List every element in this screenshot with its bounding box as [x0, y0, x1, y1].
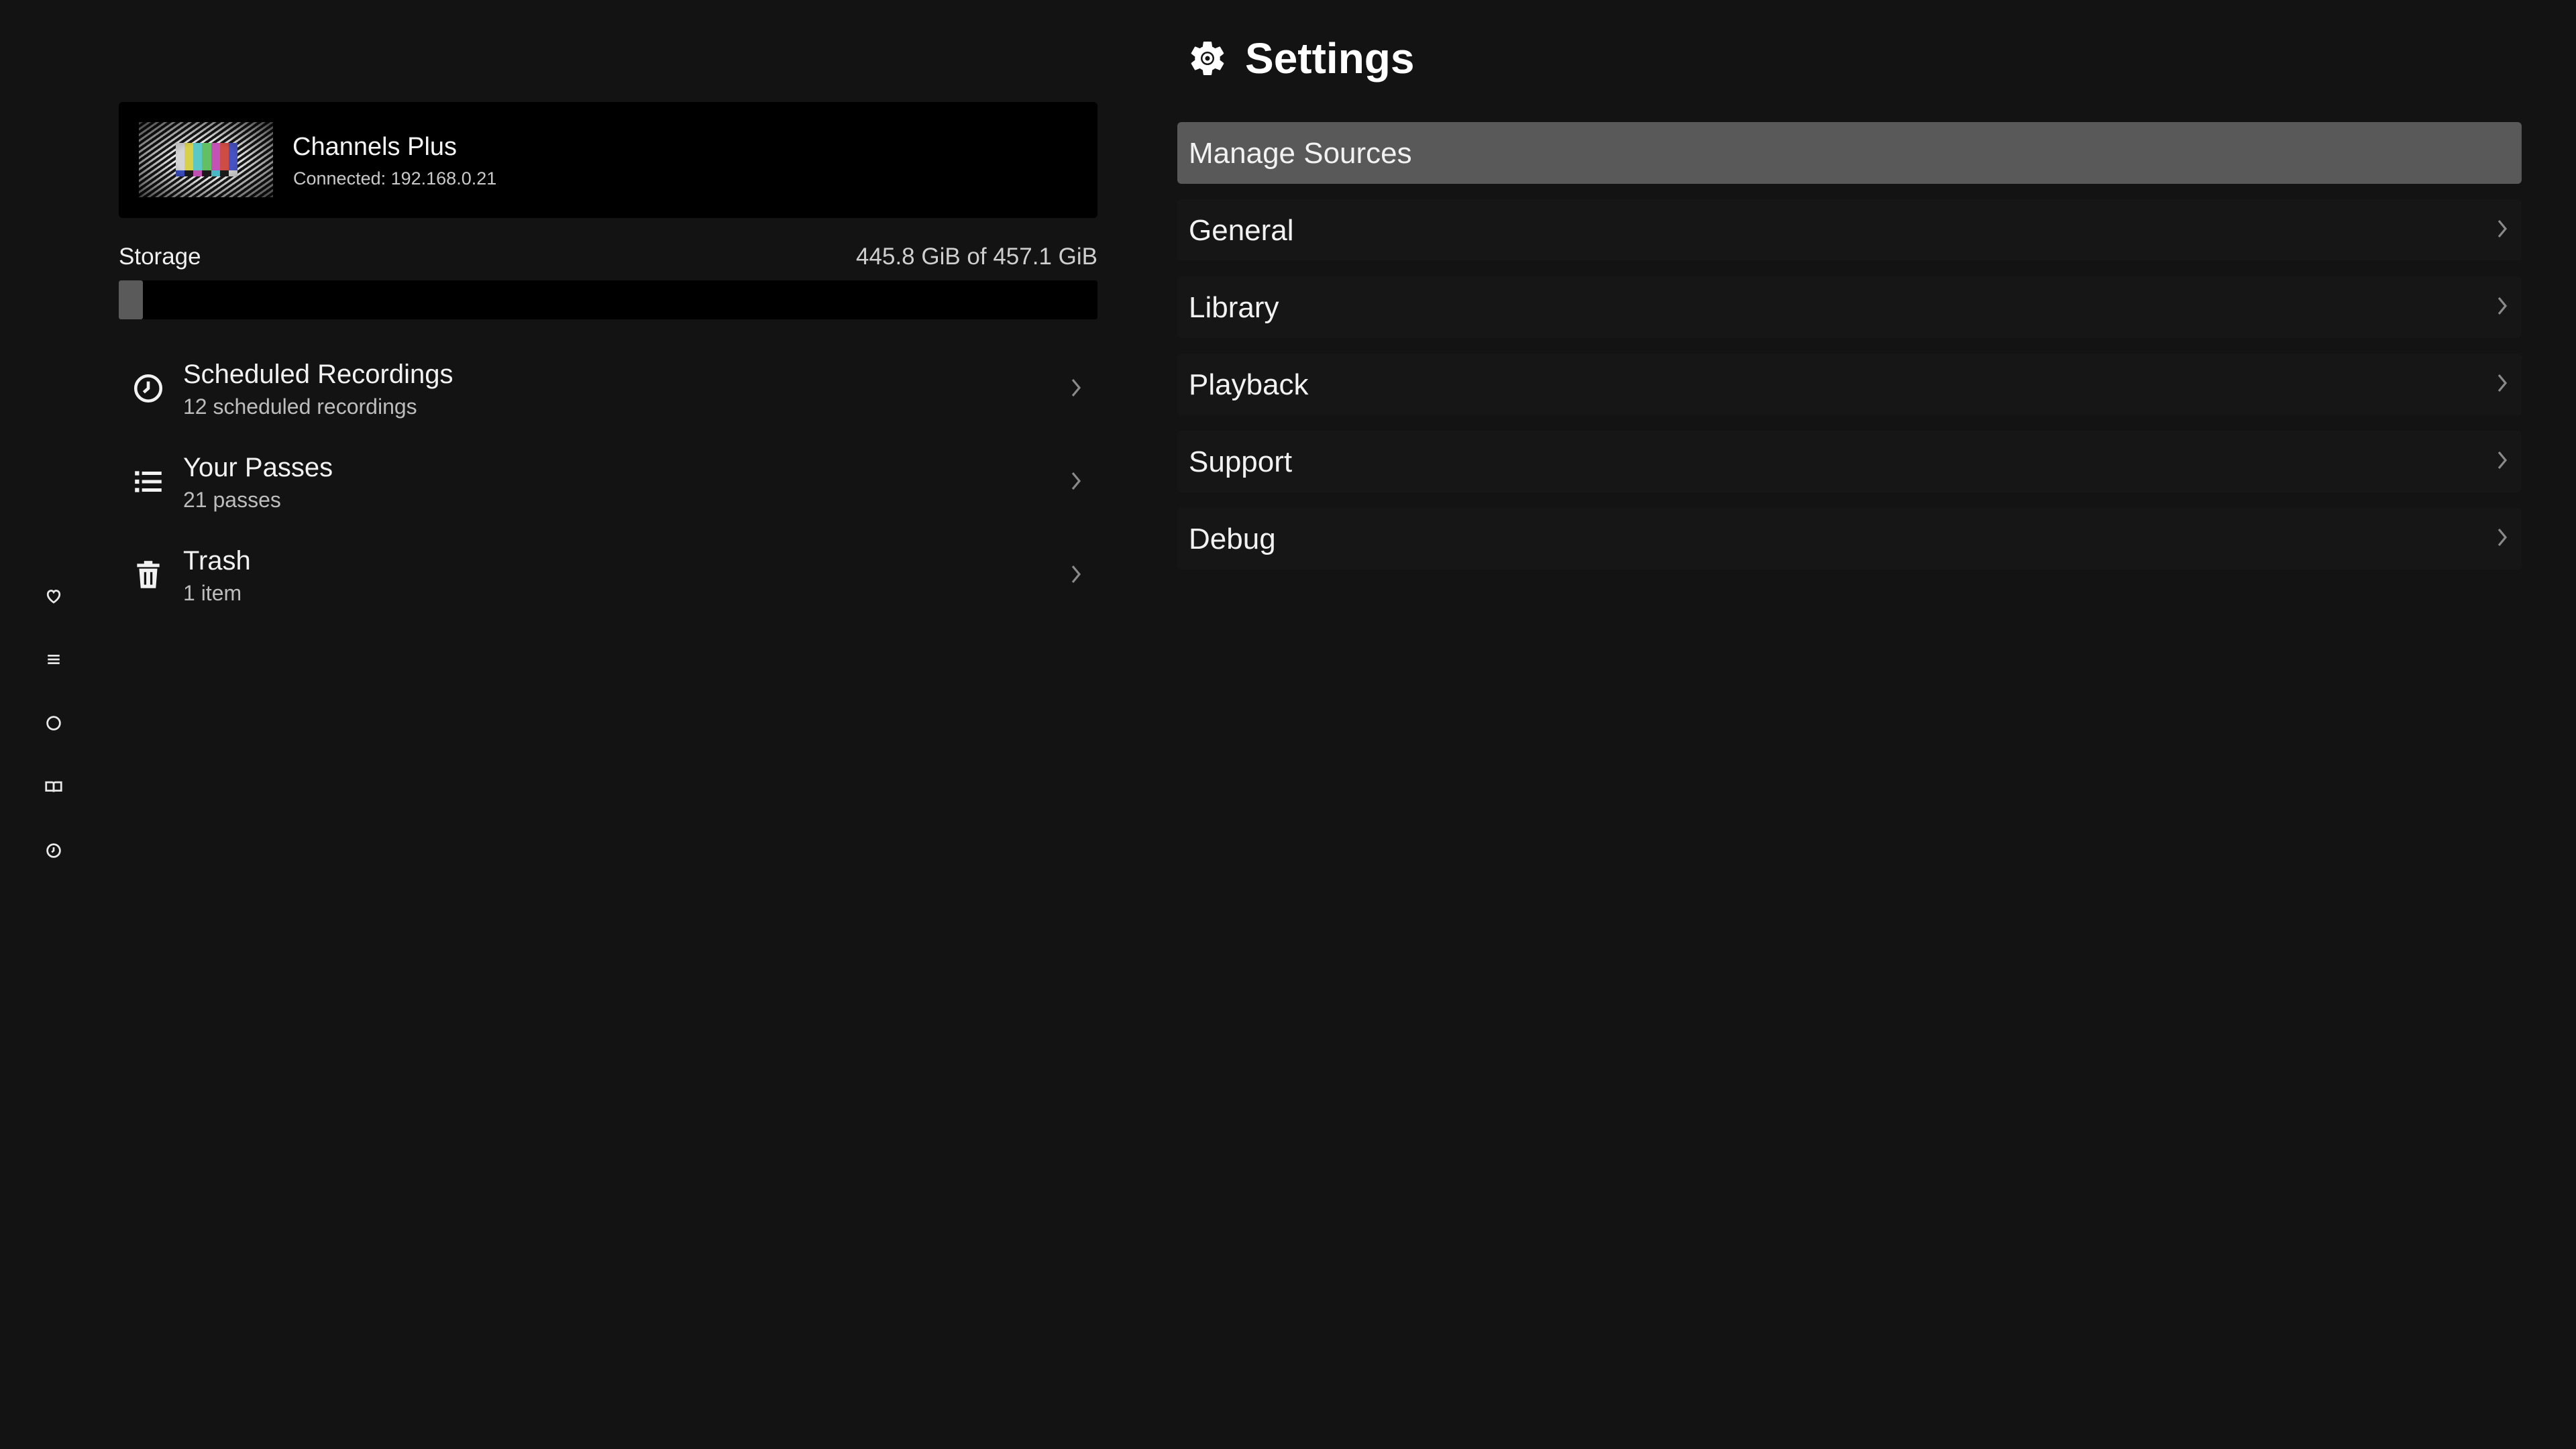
rail-item-guide[interactable]: [35, 641, 72, 678]
settings-item-label: Support: [1189, 445, 1293, 478]
list-item-subtitle: 12 scheduled recordings: [183, 394, 417, 419]
chevron-right-icon: [2492, 214, 2512, 244]
chevron-right-icon: [2492, 291, 2512, 321]
storage-label: Storage: [119, 244, 201, 270]
list-item-trash[interactable]: Trash 1 item: [119, 535, 1097, 629]
list-item-subtitle: 21 passes: [183, 488, 281, 512]
settings-item-label: Library: [1189, 291, 1279, 324]
settings-item-label: Manage Sources: [1189, 137, 1412, 170]
menu-icon: [48, 655, 60, 664]
chevron-right-icon: [2492, 368, 2512, 398]
list-item-title: Scheduled Recordings: [183, 360, 453, 389]
list-item-subtitle: 1 item: [183, 581, 242, 605]
settings-item-support[interactable]: Support: [1177, 431, 2522, 492]
list-item-your-passes[interactable]: Your Passes 21 passes: [119, 442, 1097, 535]
circle-icon: [46, 716, 61, 731]
storage-bar: [119, 280, 1097, 319]
chevron-right-icon: [1064, 372, 1088, 404]
rail-item-live[interactable]: [35, 704, 72, 742]
list-item-title: Trash: [183, 546, 251, 576]
storage-bar-fill: [119, 280, 144, 319]
settings-item-general[interactable]: General: [1177, 199, 2522, 261]
settings-item-manage-sources[interactable]: Manage Sources: [1177, 122, 2522, 184]
settings-item-playback[interactable]: Playback: [1177, 354, 2522, 415]
chevron-right-icon: [2492, 445, 2512, 475]
gear-icon: [1191, 42, 1224, 76]
storage-value: 445.8 GiB of 457.1 GiB: [856, 244, 1097, 270]
heart-icon: [46, 590, 61, 604]
settings-title: Settings: [1245, 34, 1415, 83]
server-name: Channels Plus: [292, 133, 458, 161]
rail-item-recordings[interactable]: [35, 832, 72, 869]
side-rail: [35, 577, 72, 896]
page-title: Settings: [1187, 34, 1414, 83]
settings-item-debug[interactable]: Debug: [1177, 508, 2522, 570]
trash-icon: [131, 557, 166, 592]
settings-screen: Channels Plus Connected: 192.168.0.21 St…: [0, 0, 2576, 1449]
recordings-list: Scheduled Recordings 12 scheduled record…: [119, 349, 1097, 629]
settings-item-label: Playback: [1189, 368, 1309, 401]
clock-icon: [46, 843, 61, 858]
color-bars-thumbnail: [139, 122, 273, 197]
server-status: Connected: 192.168.0.21: [293, 168, 497, 189]
settings-item-label: Debug: [1189, 523, 1276, 555]
book-icon: [45, 781, 62, 792]
list-item-title: Your Passes: [183, 453, 333, 482]
rail-item-favorites[interactable]: [35, 577, 72, 614]
list-icon: [131, 464, 166, 499]
chevron-right-icon: [1064, 558, 1088, 590]
chevron-right-icon: [1064, 465, 1088, 497]
settings-menu: Manage Sources General Library Playback …: [1177, 122, 2522, 585]
settings-item-library[interactable]: Library: [1177, 276, 2522, 338]
chevron-right-icon: [2492, 523, 2512, 552]
list-item-scheduled-recordings[interactable]: Scheduled Recordings 12 scheduled record…: [119, 349, 1097, 442]
settings-item-label: General: [1189, 214, 1294, 247]
clock-icon: [131, 371, 166, 406]
server-card[interactable]: Channels Plus Connected: 192.168.0.21: [119, 102, 1097, 218]
rail-item-library[interactable]: [35, 768, 72, 806]
